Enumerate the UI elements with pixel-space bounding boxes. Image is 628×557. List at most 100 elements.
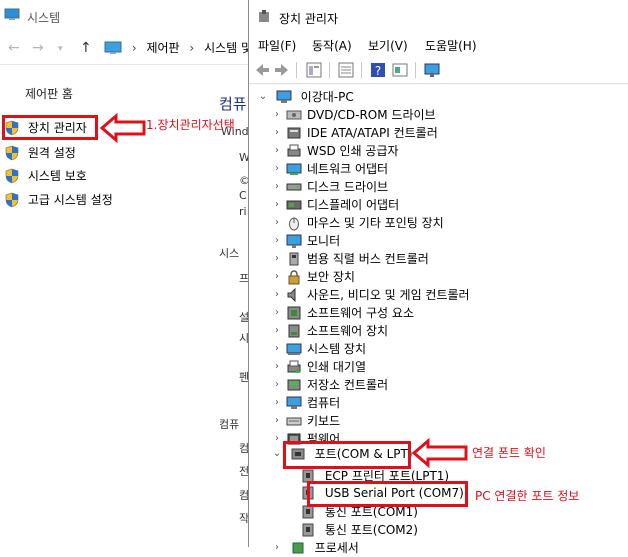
tree-item-category[interactable]: › 네트워크 어댑터 (271, 160, 388, 178)
expand-chevron-icon[interactable]: › (271, 199, 283, 210)
tree-item-label: 디스크 드라이브 (307, 180, 389, 194)
control-panel-home-link[interactable]: 제어판 홈 (25, 85, 73, 102)
expand-chevron-icon[interactable]: › (271, 307, 283, 318)
breadcrumb-system[interactable]: 시스템 및 (204, 41, 252, 55)
tree-item-category[interactable]: › IDE ATA/ATAPI 컨트롤러 (271, 124, 438, 142)
expand-chevron-icon[interactable]: › (271, 163, 283, 174)
help-icon[interactable]: ? (369, 61, 387, 79)
tree-item-category[interactable]: › 컴퓨터 (271, 394, 340, 412)
up-arrow-icon[interactable]: ↑ (80, 40, 92, 56)
toolbar-separator (361, 62, 362, 78)
expand-chevron-icon[interactable]: › (271, 433, 283, 444)
menu-help[interactable]: 도움말(H) (425, 37, 477, 54)
system-window-title: 시스템 (27, 11, 61, 25)
text-fragment: C (239, 189, 247, 202)
tree-item-category[interactable]: › DVD/CD-ROM 드라이브 (271, 106, 436, 124)
shield-icon (5, 145, 19, 160)
expand-chevron-icon[interactable]: › (271, 361, 283, 372)
menu-view[interactable]: 보기(V) (368, 37, 408, 54)
highlight-usb-serial-port (307, 481, 468, 507)
software-component-icon (287, 306, 301, 319)
remote-settings-link[interactable]: 원격 설정 (4, 144, 76, 162)
tree-item-label: 인쇄 대기열 (307, 360, 367, 374)
expand-chevron-icon[interactable]: › (271, 289, 283, 300)
network-adapter-icon (286, 163, 302, 175)
keyboard-icon (286, 417, 302, 425)
collapse-chevron-icon[interactable]: ⌄ (271, 448, 283, 459)
tree-item-category[interactable]: › 시스템 장치 (271, 340, 366, 358)
breadcrumb-separator: › (189, 40, 195, 55)
tree-item-category[interactable]: › 디스크 드라이브 (271, 178, 388, 196)
system-protection-link[interactable]: 시스템 보호 (4, 167, 87, 185)
tree-item-category[interactable]: › 보안 장치 (271, 268, 355, 286)
expand-chevron-icon[interactable]: › (271, 235, 283, 246)
tree-item-label: 시스템 장치 (307, 342, 367, 356)
tree-root[interactable]: ⌄ 이강대-PC (257, 88, 354, 106)
mouse-icon (289, 217, 299, 230)
expand-chevron-icon[interactable]: › (271, 109, 283, 120)
tree-item-category[interactable]: › 사운드, 비디오 및 게임 컨트롤러 (271, 286, 470, 304)
scan-hardware-icon[interactable] (391, 61, 409, 79)
system-protection-label: 시스템 보호 (27, 169, 87, 183)
expand-chevron-icon[interactable]: › (271, 542, 283, 553)
print-queue-icon (287, 360, 301, 373)
shield-icon (5, 192, 19, 207)
expand-chevron-icon[interactable]: › (271, 343, 283, 354)
tree-item-label: 저장소 컨트롤러 (307, 378, 389, 392)
breadcrumb[interactable]: › 제어판 › 시스템 및 (104, 39, 252, 59)
port-icon (302, 523, 314, 536)
advanced-system-settings-link[interactable]: 고급 시스템 설정 (4, 191, 113, 209)
tree-item-category[interactable]: › 저장소 컨트롤러 (271, 376, 388, 394)
tree-item-category[interactable]: › 마우스 및 기타 포인팅 장치 (271, 214, 444, 232)
storage-controller-icon (287, 379, 301, 390)
toolbar-divider (249, 83, 628, 84)
tree-item-category[interactable]: › 키보드 (271, 412, 340, 430)
device-manager-title: 장치 관리자 (279, 12, 339, 26)
expand-chevron-icon[interactable]: › (271, 145, 283, 156)
recent-chevron-icon[interactable]: ▾ (58, 44, 63, 54)
forward-icon[interactable] (273, 61, 291, 79)
page-title: 컴퓨 (219, 95, 247, 113)
expand-chevron-icon[interactable]: › (271, 127, 283, 138)
expand-chevron-icon[interactable]: › (271, 397, 283, 408)
properties-icon[interactable] (305, 61, 323, 79)
toolbar-separator (415, 62, 416, 78)
expand-chevron-icon[interactable]: › (271, 181, 283, 192)
back-icon[interactable] (253, 61, 271, 79)
menu-file[interactable]: 파일(F) (258, 37, 296, 54)
annotation-pc-port-info: PC 연결한 포트 정보 (475, 489, 580, 503)
tree-item-category[interactable]: › 범용 직렬 버스 컨트롤러 (271, 250, 429, 268)
expand-chevron-icon[interactable]: › (271, 271, 283, 282)
tree-item-category[interactable]: › 소프트웨어 장치 (271, 322, 388, 340)
expand-chevron-icon[interactable]: › (271, 415, 283, 426)
back-arrow-icon[interactable]: ← (8, 40, 20, 56)
tree-item-label: 키보드 (307, 414, 341, 428)
tree-item-label: 보안 장치 (307, 270, 355, 284)
sound-icon (287, 287, 296, 302)
expand-chevron-icon[interactable]: › (271, 217, 283, 228)
monitor-scan-icon[interactable] (423, 61, 441, 79)
display-adapter-icon (286, 200, 302, 209)
expand-chevron-icon[interactable]: › (271, 325, 283, 336)
menu-action[interactable]: 동작(A) (312, 37, 352, 54)
collapse-chevron-icon[interactable]: ⌄ (257, 91, 269, 102)
expand-chevron-icon[interactable]: › (271, 253, 283, 264)
expand-chevron-icon[interactable]: › (271, 379, 283, 390)
tree-item-port[interactable]: 통신 포트(COM2) (297, 521, 418, 539)
tree-item-category[interactable]: › WSD 인쇄 공급자 (271, 142, 399, 160)
tree-item-label: 통신 포트(COM1) (324, 505, 418, 519)
tree-item-processor[interactable]: › 프로세서 (271, 539, 359, 557)
tree-item-category[interactable]: › 인쇄 대기열 (271, 358, 366, 376)
forward-arrow-icon[interactable]: → (32, 40, 44, 56)
breadcrumb-control-panel[interactable]: 제어판 (146, 41, 179, 55)
tree-item-category[interactable]: › 소프트웨어 구성 요소 (271, 304, 414, 322)
device-manager-icon (259, 10, 269, 22)
tree-item-category[interactable]: › 모니터 (271, 232, 340, 250)
toolbar: ? (249, 58, 628, 82)
highlight-device-manager (2, 115, 98, 140)
disk-drive-icon (286, 183, 302, 190)
list-view-icon[interactable] (337, 61, 355, 79)
control-panel-icon (104, 41, 122, 54)
tree-item-label: 모니터 (307, 234, 341, 248)
tree-item-category[interactable]: › 디스플레이 어댑터 (271, 196, 399, 214)
